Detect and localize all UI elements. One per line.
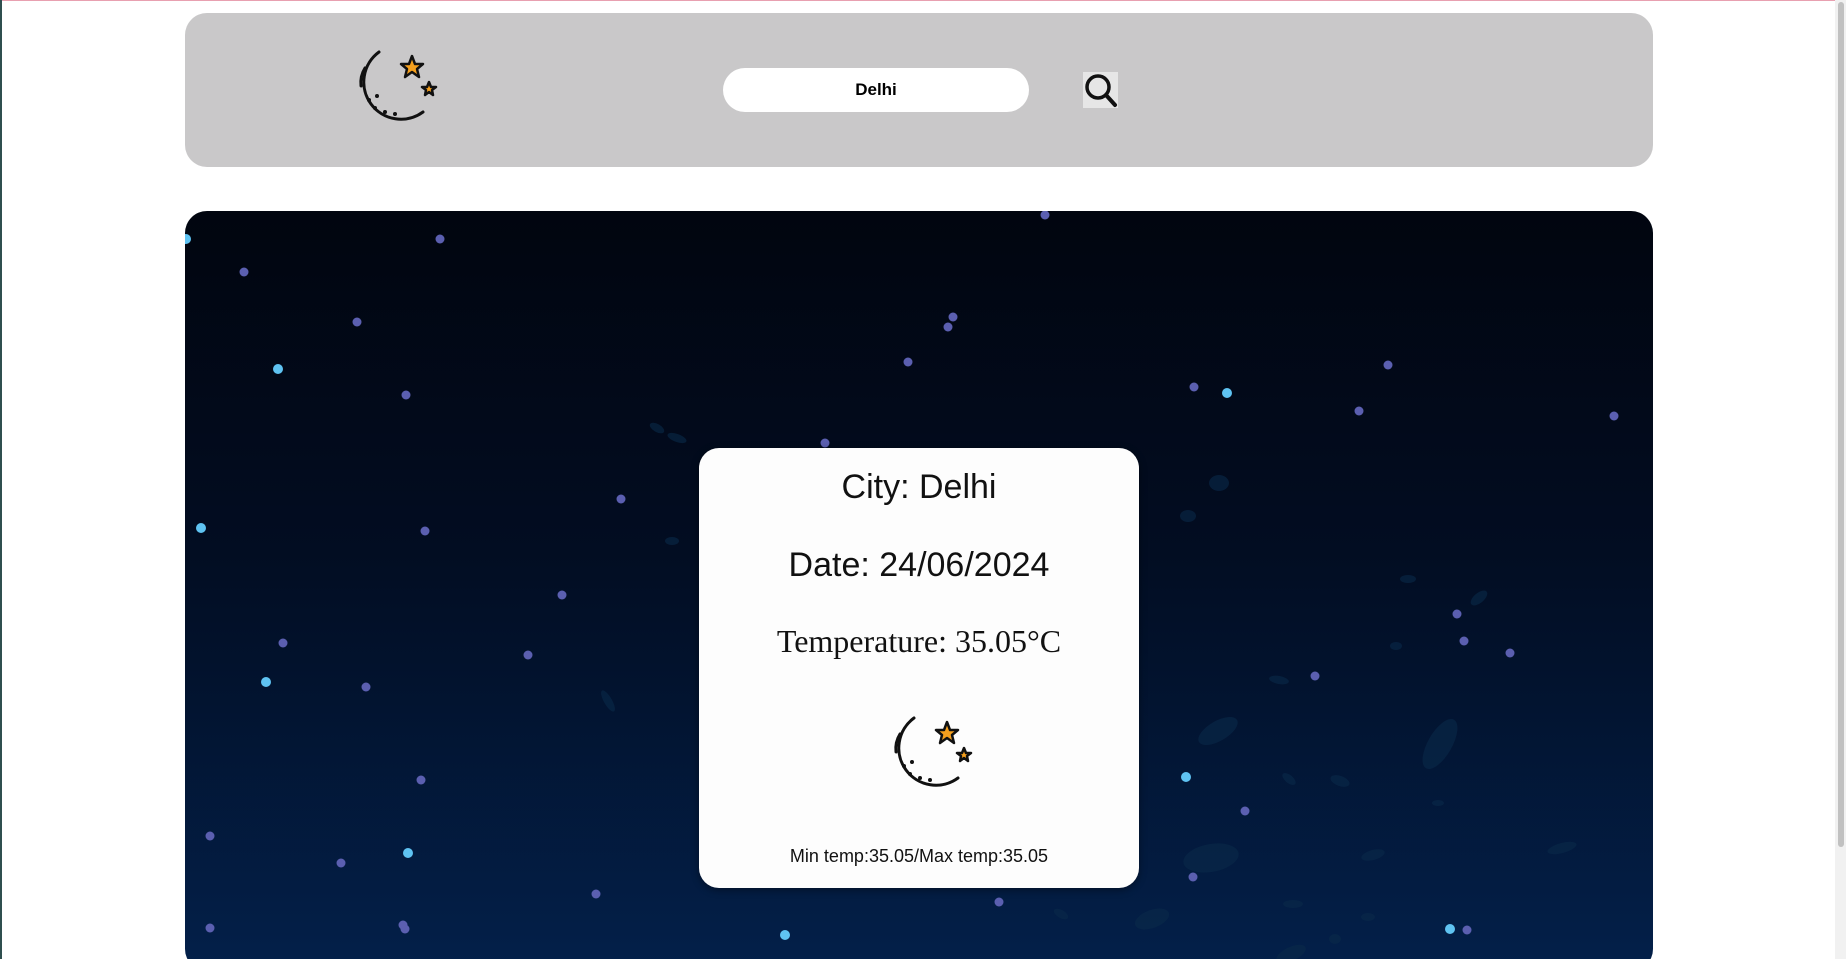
left-border xyxy=(0,0,2,959)
moon-stars-icon xyxy=(359,50,438,121)
search-input[interactable] xyxy=(723,68,1029,112)
scrollbar-thumb[interactable] xyxy=(1838,2,1844,847)
moon-stars-icon xyxy=(894,716,973,787)
search-button[interactable] xyxy=(1083,72,1118,108)
weather-card: City: Delhi Date: 24/06/2024 Temperature… xyxy=(699,448,1139,888)
date-label: Date: 24/06/2024 xyxy=(788,546,1050,584)
top-border xyxy=(0,0,1846,1)
city-label: City: Delhi xyxy=(841,468,997,506)
page: City: Delhi Date: 24/06/2024 Temperature… xyxy=(0,0,1846,959)
search-icon xyxy=(1085,74,1117,107)
min-max-temp-label: Min temp:35.05/Max temp:35.05 xyxy=(789,846,1049,866)
temperature-label: Temperature: 35.05°C xyxy=(776,623,1062,659)
